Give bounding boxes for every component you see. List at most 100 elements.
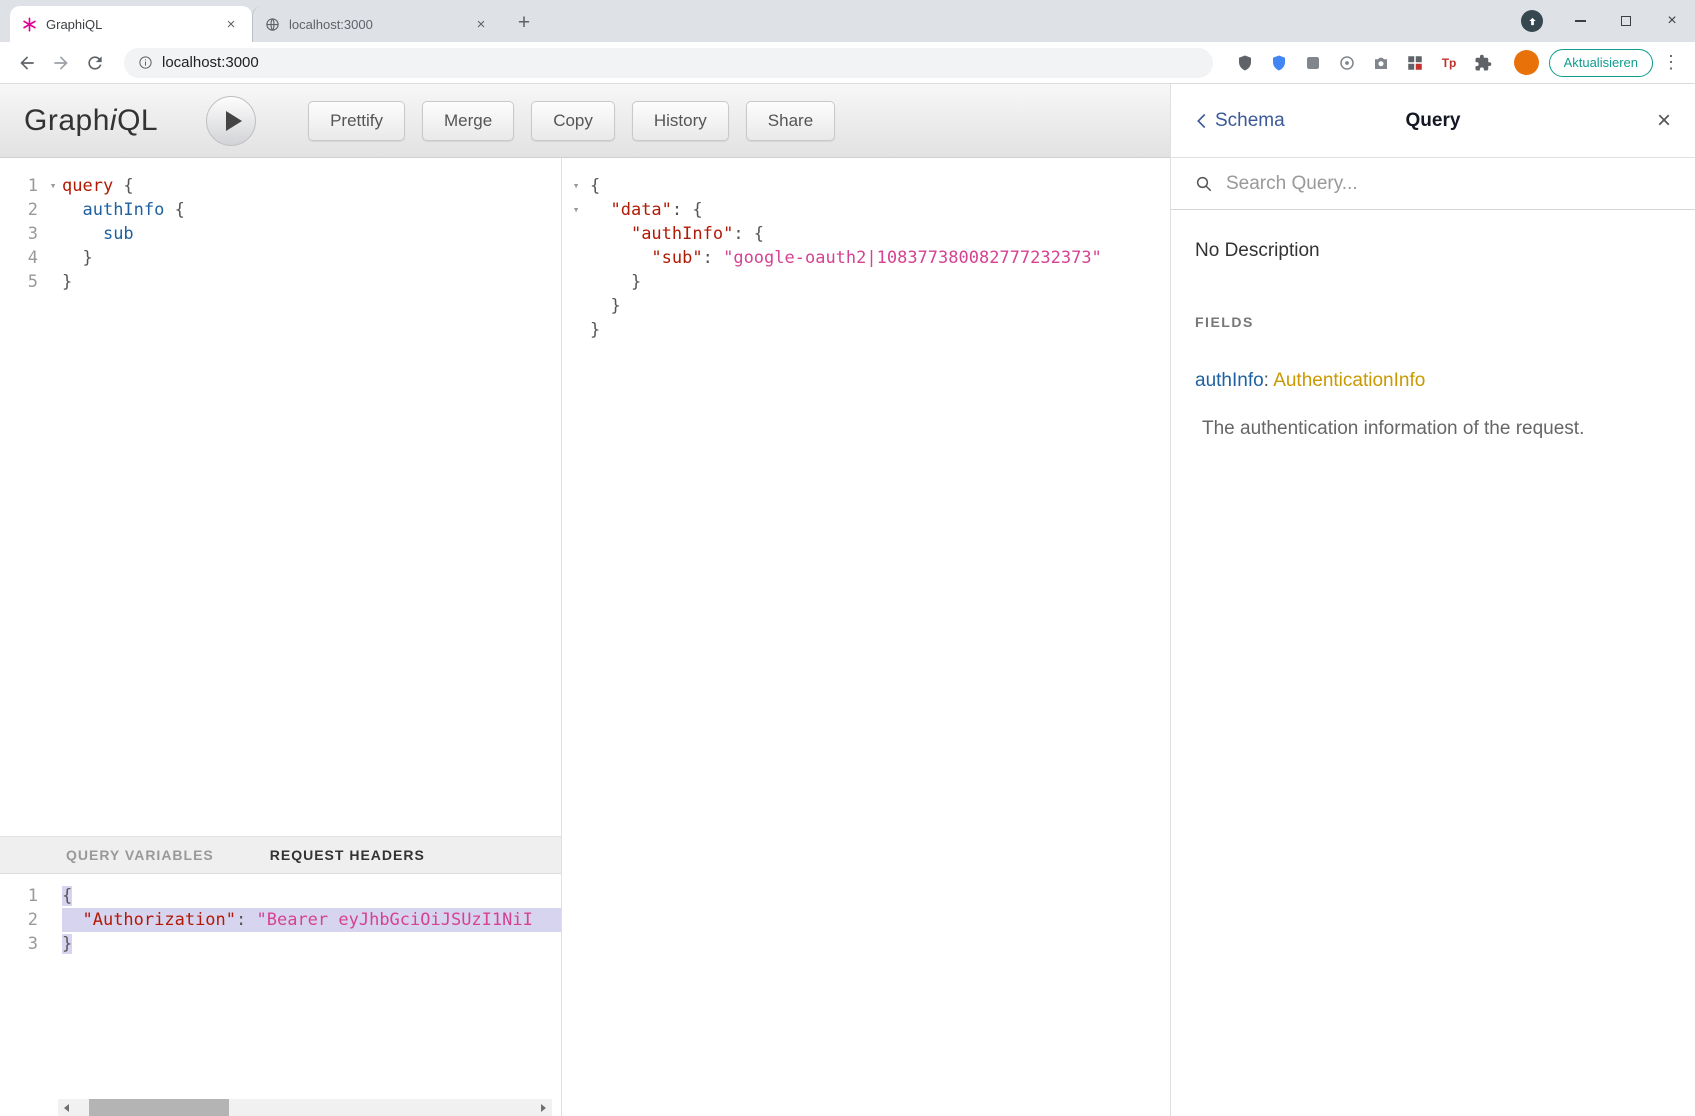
code-token: "google-oauth2|108377380082777232373" <box>723 248 1102 268</box>
back-button[interactable] <box>10 46 44 80</box>
code-text: } <box>62 270 561 294</box>
code-token: { <box>62 886 72 906</box>
line-number: 3 <box>0 932 44 956</box>
close-window-button[interactable]: × <box>1649 0 1695 42</box>
doc-no-description: No Description <box>1195 240 1671 262</box>
tab-close-icon[interactable]: × <box>472 15 490 33</box>
result-viewer[interactable]: ▾{▾ "data": { "authInfo": { "sub": "goog… <box>562 158 1170 1116</box>
forward-button[interactable] <box>44 46 78 80</box>
doc-field-separator: : <box>1264 370 1269 391</box>
tampermonkey-extension-icon[interactable]: Tp <box>1439 52 1460 73</box>
doc-field-description: The authentication information of the re… <box>1195 418 1671 440</box>
code-line[interactable]: 5} <box>0 270 561 294</box>
code-line[interactable]: 4 } <box>0 246 561 270</box>
scroll-right-button[interactable] <box>535 1099 552 1116</box>
copy-button[interactable]: Copy <box>531 101 615 141</box>
tab-strip: GraphiQL × localhost:3000 × + × <box>0 0 1695 42</box>
fold-arrow-icon[interactable]: ▾ <box>44 174 62 198</box>
grid-extension-icon[interactable] <box>1405 52 1426 73</box>
code-token: "Authorization" <box>82 910 236 930</box>
code-line[interactable]: ▾ "data": { <box>562 198 1170 222</box>
code-line[interactable]: 2 authInfo { <box>0 198 561 222</box>
code-text: } <box>590 270 1170 294</box>
dots-extension-icon[interactable] <box>1337 52 1358 73</box>
site-info-icon[interactable] <box>138 55 153 70</box>
code-token: : { <box>672 200 703 220</box>
code-line[interactable]: 3 sub <box>0 222 561 246</box>
code-line[interactable]: 1▾query { <box>0 174 561 198</box>
new-tab-button[interactable]: + <box>510 9 538 37</box>
fold-gutter <box>44 222 62 246</box>
code-text: } <box>590 294 1170 318</box>
line-number: 5 <box>0 270 44 294</box>
camera-extension-icon[interactable] <box>1371 52 1392 73</box>
shield-extension-icon[interactable] <box>1235 52 1256 73</box>
scrollbar-track[interactable] <box>75 1099 535 1116</box>
doc-back-link[interactable]: Schema <box>1195 110 1285 132</box>
code-token: } <box>590 296 621 316</box>
address-bar[interactable]: localhost:3000 <box>124 48 1213 78</box>
doc-close-icon[interactable]: × <box>1657 109 1671 133</box>
code-line[interactable]: } <box>562 294 1170 318</box>
doc-search-input[interactable] <box>1224 172 1671 196</box>
code-line[interactable]: ▾{ <box>562 174 1170 198</box>
prettify-button[interactable]: Prettify <box>308 101 405 141</box>
tab-localhost[interactable]: localhost:3000 × <box>252 6 502 42</box>
merge-button[interactable]: Merge <box>422 101 514 141</box>
doc-field-name-link[interactable]: authInfo <box>1195 370 1264 391</box>
code-text: } <box>62 246 561 270</box>
shield-check-extension-icon[interactable] <box>1269 52 1290 73</box>
scrollbar-thumb[interactable] <box>89 1099 229 1116</box>
extensions-row: Tp <box>1235 52 1494 73</box>
tab-request-headers[interactable]: REQUEST HEADERS <box>270 847 425 863</box>
editors-area: 1▾query {2 authInfo {3 sub4 }5} QUERY VA… <box>0 158 1170 1116</box>
fold-gutter <box>44 270 62 294</box>
tab-graphiql[interactable]: GraphiQL × <box>10 6 252 42</box>
doc-fields-heading: FIELDS <box>1195 314 1671 330</box>
code-text: } <box>590 318 1170 342</box>
code-text: { <box>590 174 1170 198</box>
query-editor[interactable]: 1▾query {2 authInfo {3 sub4 }5} <box>0 158 561 836</box>
code-line[interactable]: "authInfo": { <box>562 222 1170 246</box>
reload-button[interactable] <box>78 46 112 80</box>
code-text: query { <box>62 174 561 198</box>
globe-favicon-icon <box>265 17 280 32</box>
code-line[interactable]: 3} <box>0 932 561 956</box>
browser-update-icon[interactable] <box>1521 10 1543 32</box>
query-panel: 1▾query {2 authInfo {3 sub4 }5} QUERY VA… <box>0 158 562 1116</box>
search-icon <box>1195 175 1213 193</box>
fold-arrow-icon[interactable]: ▾ <box>562 174 590 198</box>
tab-close-icon[interactable]: × <box>222 15 240 33</box>
code-line[interactable]: } <box>562 318 1170 342</box>
fold-gutter <box>44 884 62 908</box>
profile-avatar[interactable] <box>1514 50 1539 75</box>
code-token <box>590 248 651 268</box>
doc-field-type-link[interactable]: AuthenticationInfo <box>1273 370 1425 391</box>
code-token <box>62 224 103 244</box>
code-token: : { <box>733 224 764 244</box>
fold-gutter <box>562 222 590 246</box>
history-button[interactable]: History <box>632 101 729 141</box>
minimize-button[interactable] <box>1557 0 1603 42</box>
browser-update-button[interactable]: Aktualisieren <box>1549 49 1653 77</box>
line-number: 3 <box>0 222 44 246</box>
scroll-left-button[interactable] <box>58 1099 75 1116</box>
execute-query-button[interactable] <box>206 96 256 146</box>
window-controls: × <box>1521 0 1695 42</box>
browser-menu-icon[interactable]: ⋮ <box>1657 52 1685 73</box>
code-line[interactable]: 1{ <box>0 884 561 908</box>
puzzle-extensions-menu-icon[interactable] <box>1473 52 1494 73</box>
code-text: sub <box>62 222 561 246</box>
code-line[interactable]: } <box>562 270 1170 294</box>
code-token: { <box>590 176 600 196</box>
tab-query-variables[interactable]: QUERY VARIABLES <box>66 847 214 863</box>
fold-arrow-icon[interactable]: ▾ <box>562 198 590 222</box>
horizontal-scrollbar[interactable] <box>58 1099 552 1116</box>
box-extension-icon[interactable] <box>1303 52 1324 73</box>
code-line[interactable]: 2 "Authorization": "Bearer eyJhbGciOiJSU… <box>0 908 561 932</box>
maximize-button[interactable] <box>1603 0 1649 42</box>
code-line[interactable]: "sub": "google-oauth2|108377380082777232… <box>562 246 1170 270</box>
request-headers-editor[interactable]: 1{2 "Authorization": "Bearer eyJhbGciOiJ… <box>0 874 561 1099</box>
share-button[interactable]: Share <box>746 101 835 141</box>
code-token: } <box>590 320 600 340</box>
